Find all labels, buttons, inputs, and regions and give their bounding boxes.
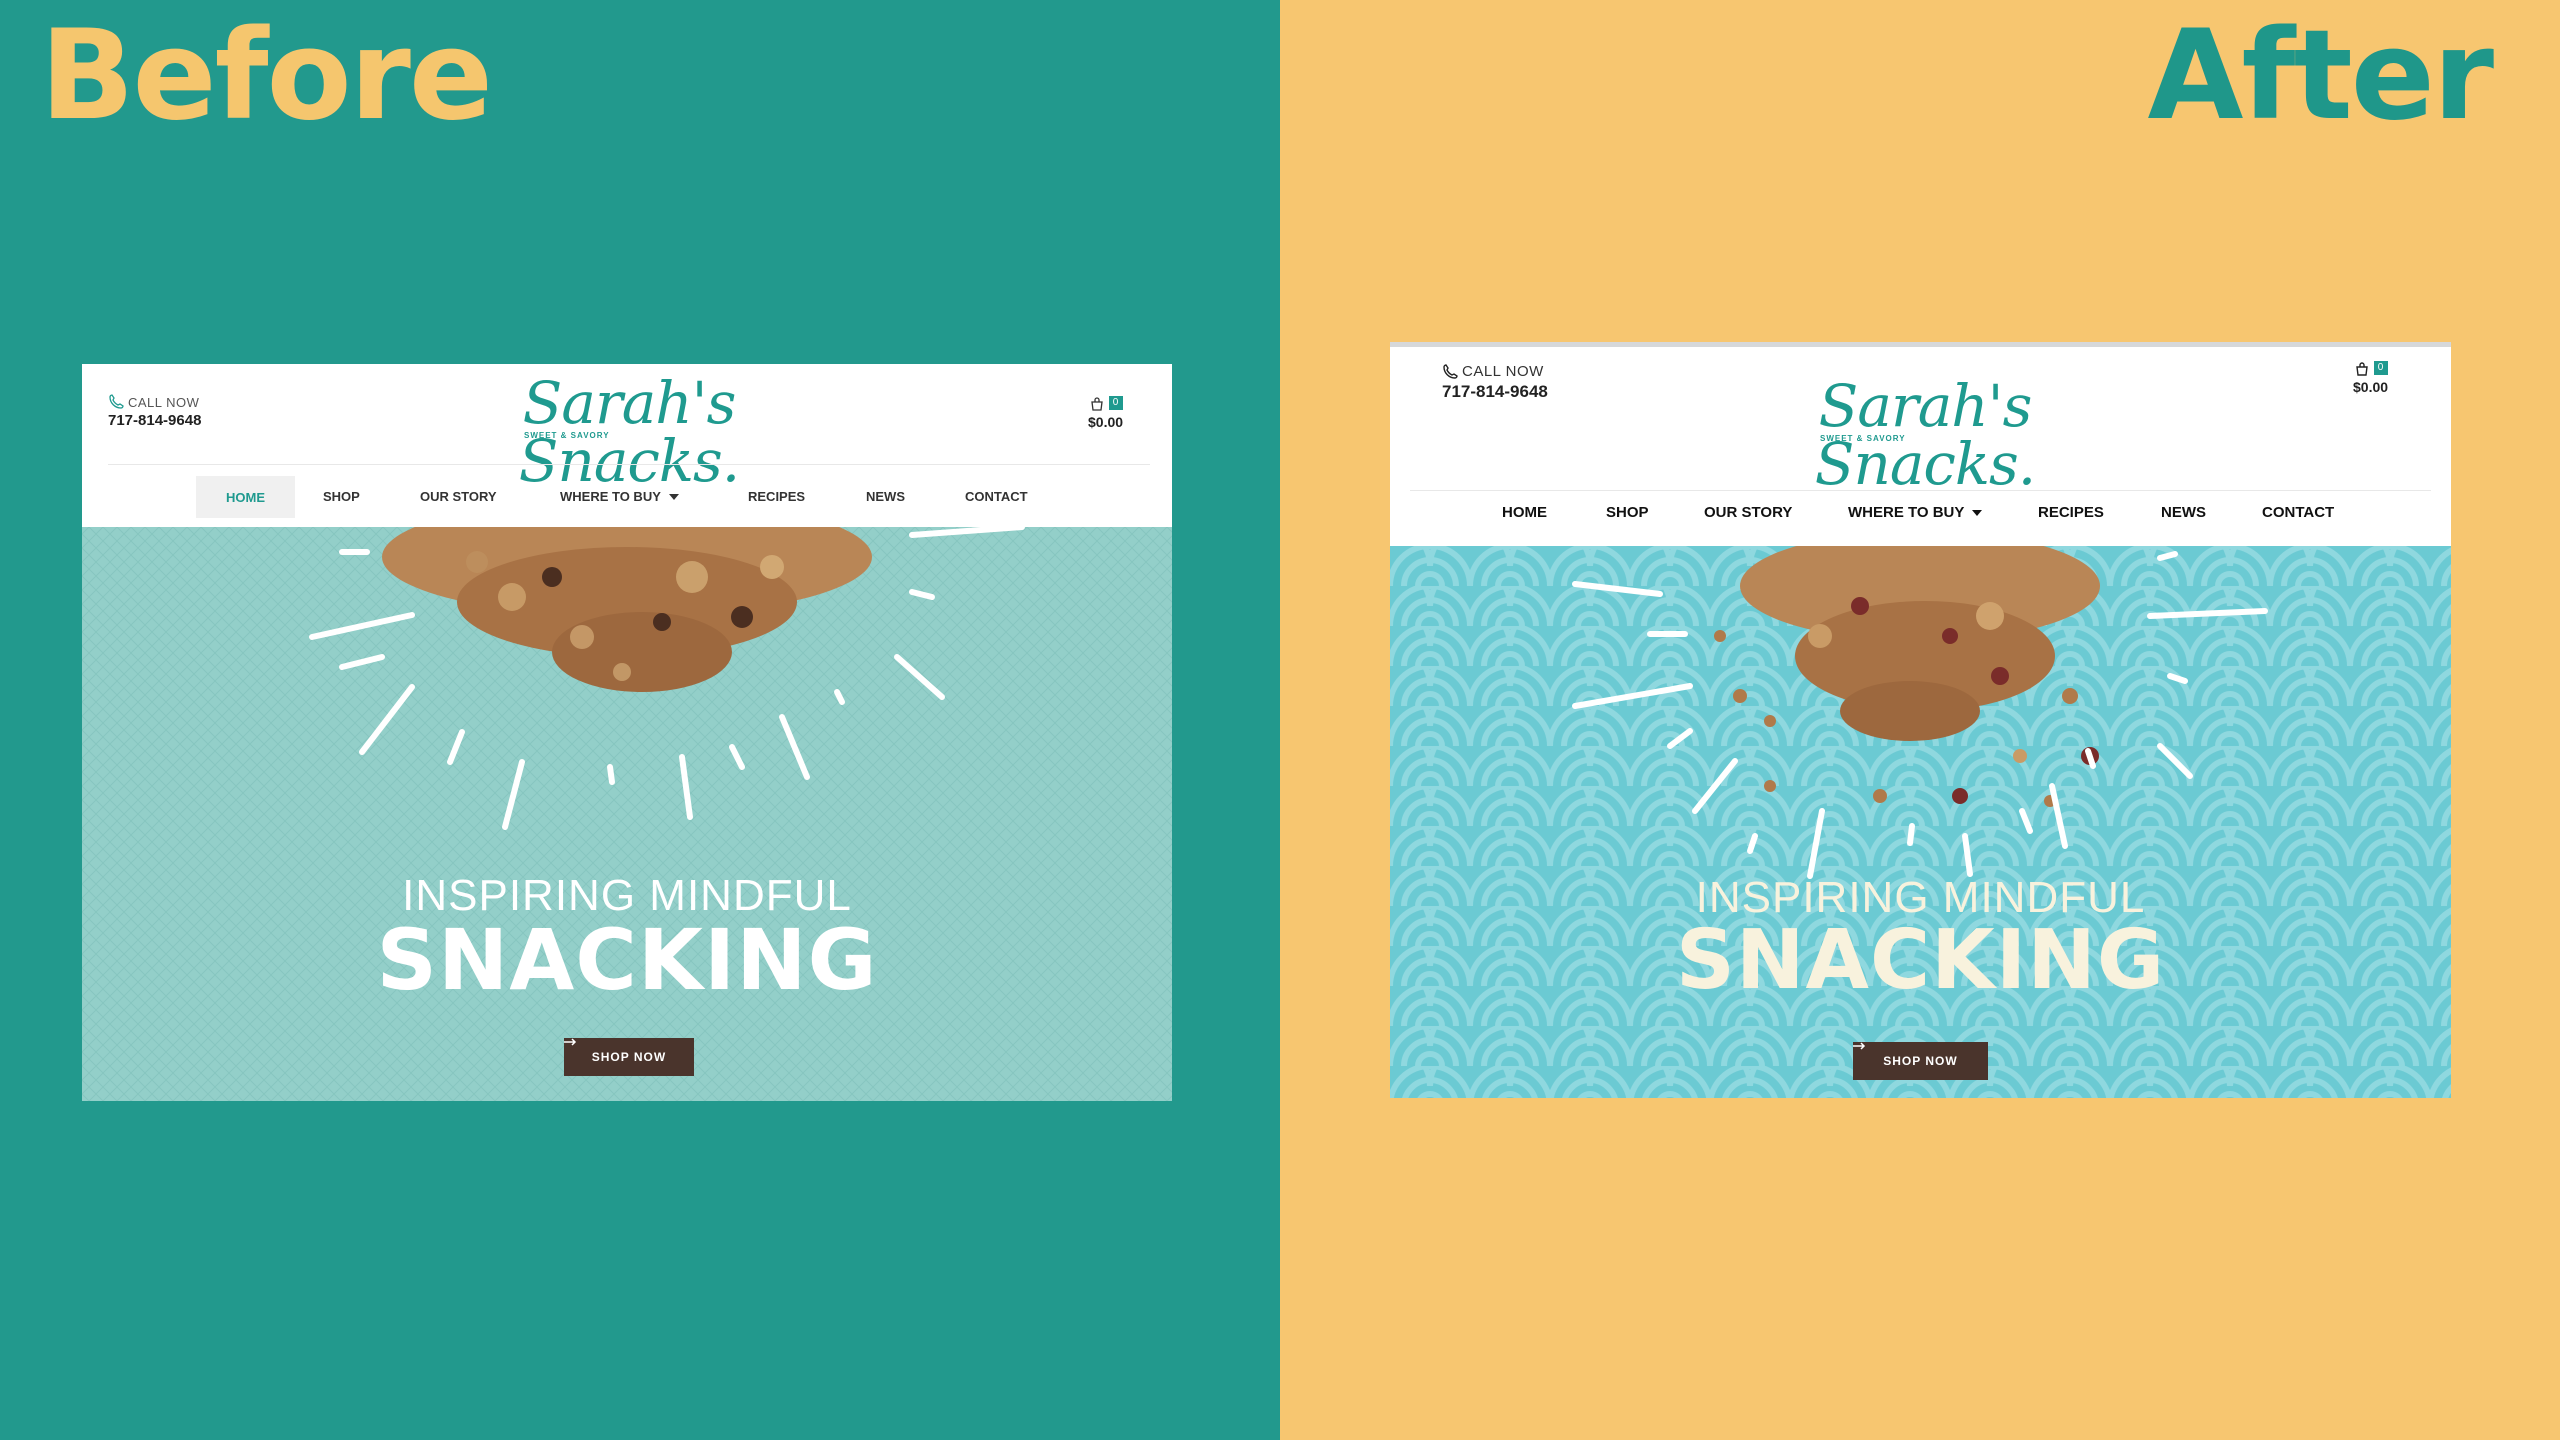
shop-now-button[interactable]: SHOP NOW [564, 1038, 694, 1076]
cart-total: $0.00 [2353, 379, 2389, 395]
nav-item-recipes[interactable]: RECIPES [2038, 504, 2104, 521]
logo-subtitle: SWEET & SAVORY [1820, 434, 1906, 443]
after-website-screenshot: CALL NOW 717-814-9648 Sarah's Snacks. SW… [1390, 342, 2451, 1098]
call-now-label: CALL NOW [1462, 363, 1544, 380]
arrow-right-icon [1853, 1042, 1866, 1050]
cart-count-badge: 0 [1108, 396, 1123, 410]
chevron-down-icon [1972, 509, 1983, 516]
shop-now-button[interactable]: SHOP NOW [1853, 1042, 1988, 1080]
hero-banner: INSPIRING MINDFUL SNACKING SHOP NOW [82, 527, 1172, 1101]
site-header: CALL NOW 717-814-9648 Sarah's Snacks. SW… [82, 364, 1172, 527]
site-header: CALL NOW 717-814-9648 Sarah's Snacks. SW… [1390, 347, 2451, 546]
hero-artwork [1390, 546, 2451, 1098]
main-navigation: HOME SHOP OUR STORY WHERE TO BUY RECIPES… [1390, 494, 2451, 534]
nav-divider [1410, 490, 2431, 491]
logo-subtitle: SWEET & SAVORY [524, 431, 610, 440]
site-logo[interactable]: Sarah's Snacks. SWEET & SAVORY [484, 374, 774, 490]
hero-title: SNACKING [1675, 913, 2166, 1008]
nav-divider [108, 464, 1150, 465]
phone-icon [109, 394, 124, 409]
nav-item-recipes[interactable]: RECIPES [748, 489, 805, 504]
cart-icon [1090, 397, 1103, 411]
phone-icon [1443, 363, 1458, 379]
nav-item-home[interactable]: HOME [1502, 504, 1547, 521]
hero-banner: INSPIRING MINDFUL SNACKING SHOP NOW [1390, 546, 2451, 1098]
before-label: Before [40, 4, 493, 148]
before-panel: Before CALL NOW 717-814-9648 Sarah's Sna… [0, 0, 1280, 1440]
before-website-screenshot: CALL NOW 717-814-9648 Sarah's Snacks. SW… [82, 364, 1172, 1101]
shop-now-label: SHOP NOW [1883, 1054, 1958, 1068]
call-now-block[interactable]: CALL NOW 717-814-9648 [108, 394, 201, 429]
shop-now-label: SHOP NOW [591, 1050, 667, 1064]
nav-item-news[interactable]: NEWS [866, 489, 905, 504]
cart-widget[interactable]: 0 $0.00 [2353, 361, 2388, 395]
nav-item-shop[interactable]: SHOP [1606, 504, 1649, 521]
after-label: After [2147, 4, 2494, 148]
cart-widget[interactable]: 0 $0.00 [1088, 396, 1123, 430]
nav-item-where-to-buy[interactable]: WHERE TO BUY [560, 489, 679, 504]
cart-count-badge: 0 [2373, 361, 2388, 375]
site-logo[interactable]: Sarah's Snacks. SWEET & SAVORY [1780, 377, 2070, 493]
nav-item-our-story[interactable]: OUR STORY [420, 489, 497, 504]
nav-item-home[interactable]: HOME [196, 476, 295, 518]
hero-title: SNACKING [376, 911, 878, 1009]
hero-headline: INSPIRING MINDFUL SNACKING [1390, 876, 2451, 1002]
nav-item-where-to-buy[interactable]: WHERE TO BUY [1848, 504, 1983, 521]
main-navigation: HOME SHOP OUR STORY WHERE TO BUY RECIPES… [82, 476, 1172, 518]
after-panel: After CALL NOW 717-814-9648 Sarah's Snac… [1280, 0, 2560, 1440]
cart-icon [2355, 362, 2368, 376]
nav-item-contact[interactable]: CONTACT [965, 489, 1028, 504]
call-now-block[interactable]: CALL NOW 717-814-9648 [1442, 363, 1548, 402]
phone-number[interactable]: 717-814-9648 [108, 412, 201, 429]
hero-headline: INSPIRING MINDFUL SNACKING [82, 874, 1172, 1009]
nav-item-news[interactable]: NEWS [2161, 504, 2206, 521]
call-now-label: CALL NOW [128, 394, 200, 410]
chevron-down-icon [668, 493, 679, 500]
arrow-right-icon [564, 1038, 577, 1046]
nav-item-contact[interactable]: CONTACT [2262, 504, 2334, 521]
cart-total: $0.00 [1088, 414, 1124, 430]
hero-artwork [82, 527, 1172, 1101]
nav-item-shop[interactable]: SHOP [323, 489, 360, 504]
phone-number[interactable]: 717-814-9648 [1442, 382, 1548, 402]
nav-item-our-story[interactable]: OUR STORY [1704, 504, 1792, 521]
